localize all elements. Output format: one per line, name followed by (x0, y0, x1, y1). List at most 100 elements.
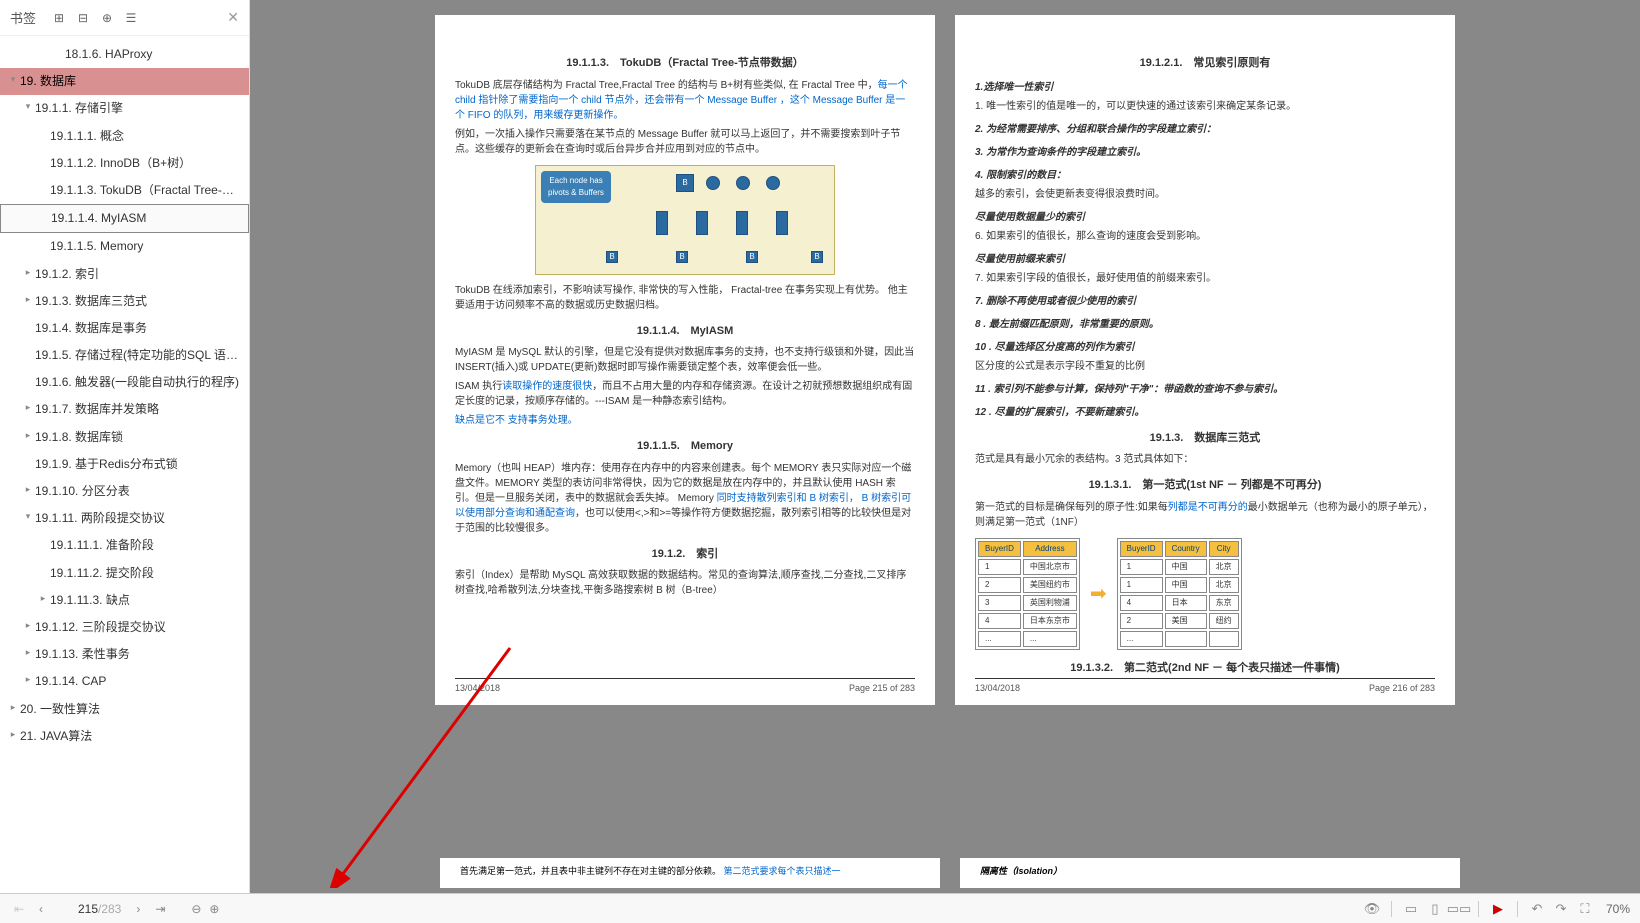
fractal-tree-diagram: Each node has pivots & Buffers B B B B B (535, 165, 835, 275)
add-bookmark-icon[interactable]: ⊕ (99, 10, 115, 26)
bookmark-item[interactable]: ▸20. 一致性算法 (0, 696, 249, 723)
paragraph: 范式是具有最小冗余的表结构。3 范式具体如下： (975, 452, 1435, 467)
page-footer: 13/04/2018 Page 215 of 283 (455, 678, 915, 696)
rule: 10 . 尽量选择区分度高的列作为索引 (975, 340, 1435, 355)
bookmark-item[interactable]: 19.1.1.5. Memory (0, 233, 249, 260)
first-page-button[interactable]: ⇤ (10, 900, 28, 918)
bookmark-item[interactable]: ▾19.1.1. 存储引擎 (0, 95, 249, 122)
sidebar-title: 书签 (10, 8, 36, 27)
paragraph: TokuDB 底层存储结构为 Fractal Tree,Fractal Tree… (455, 78, 915, 123)
bookmark-item[interactable]: 19.1.1.2. InnoDB（B+树） (0, 150, 249, 177)
rule: 4. 限制索引的数目： (975, 168, 1435, 183)
bookmark-item[interactable]: ▾19. 数据库 (0, 68, 249, 95)
page-216: 19.1.2.1. 常见索引原则有 1.选择唯一性索引 1. 唯一性索引的值是唯… (955, 15, 1455, 705)
page-number: Page 215 of 283 (849, 682, 915, 696)
bookmark-item[interactable]: 19.1.1.1. 概念 (0, 123, 249, 150)
table-before: BuyerIDAddress1中国北京市2美国纽约市3英国利物浦4日本东京市..… (975, 538, 1080, 650)
bookmark-item[interactable]: ▸19.1.13. 柔性事务 (0, 641, 249, 668)
rule: 12 . 尽量的扩展索引，不要新建索引。 (975, 405, 1435, 420)
zoom-in-button[interactable]: ⊕ (205, 900, 223, 918)
rotate-left-icon[interactable]: ↶ (1528, 900, 1546, 918)
rule-desc: 7. 如果索引字段的值很长，最好使用值的前缀来索引。 (975, 271, 1435, 286)
paragraph: 索引（Index）是帮助 MySQL 高效获取数据的数据结构。常见的查询算法,顺… (455, 568, 915, 598)
heading-memory: 19.1.1.5. Memory (455, 438, 915, 455)
bookmark-item[interactable]: 19.1.5. 存储过程(特定功能的SQL 语句集) (0, 342, 249, 369)
bookmarks-tree: 18.1.6. HAProxy▾19. 数据库▾19.1.1. 存储引擎19.1… (0, 36, 249, 893)
bookmark-item[interactable]: 19.1.4. 数据库是事务 (0, 315, 249, 342)
expand-icon[interactable]: ⊞ (51, 10, 67, 26)
sidebar-header: 书签 ⊞ ⊟ ⊕ ☰ ✕ (0, 0, 249, 36)
bookmark-item[interactable]: 19.1.6. 触发器(一段能自动执行的程序) (0, 369, 249, 396)
bookmark-item[interactable]: ▸19.1.12. 三阶段提交协议 (0, 614, 249, 641)
document-view[interactable]: 19.1.1.3. TokuDB（Fractal Tree-节点带数据） Tok… (250, 0, 1640, 893)
rule-desc: 6. 如果索引的值很长，那么查询的速度会受到影响。 (975, 229, 1435, 244)
bookmark-item[interactable]: ▸19.1.3. 数据库三范式 (0, 288, 249, 315)
rule: 1.选择唯一性索引 (975, 80, 1435, 95)
heading-myiasm: 19.1.1.4. MyIASM (455, 323, 915, 340)
page-date: 13/04/2018 (975, 682, 1020, 696)
collapse-icon[interactable]: ⊟ (75, 10, 91, 26)
paragraph: 缺点是它不 支持事务处理。 (455, 413, 915, 428)
bookmark-item[interactable]: ▸19.1.8. 数据库锁 (0, 424, 249, 451)
bookmark-item[interactable]: 19.1.1.4. MyIASM (0, 204, 249, 233)
page-date: 13/04/2018 (455, 682, 500, 696)
rule: 2. 为经常需要排序、分组和联合操作的字段建立索引： (975, 122, 1435, 137)
bookmark-item[interactable]: ▾19.1.11. 两阶段提交协议 (0, 505, 249, 532)
heading-common-index: 19.1.2.1. 常见索引原则有 (975, 55, 1435, 72)
paragraph: 例如，一次插入操作只需要落在某节点的 Message Buffer 就可以马上返… (455, 127, 915, 157)
close-icon[interactable]: ✕ (227, 9, 239, 26)
rule-desc: 越多的索引，会使更新表变得很浪费时间。 (975, 187, 1435, 202)
page-footer: 13/04/2018 Page 216 of 283 (975, 678, 1435, 696)
rule: 3. 为常作为查询条件的字段建立索引。 (975, 145, 1435, 160)
rotate-right-icon[interactable]: ↷ (1552, 900, 1570, 918)
bookmark-item[interactable]: 19.1.9. 基于Redis分布式锁 (0, 451, 249, 478)
paragraph: Memory（也叫 HEAP）堆内存：使用存在内存中的内容来创建表。每个 MEM… (455, 461, 915, 536)
bookmark-item[interactable]: ▸19.1.10. 分区分表 (0, 478, 249, 505)
heading-tokudb: 19.1.1.3. TokuDB（Fractal Tree-节点带数据） (455, 55, 915, 72)
bookmarks-sidebar: 书签 ⊞ ⊟ ⊕ ☰ ✕ 18.1.6. HAProxy▾19. 数据库▾19.… (0, 0, 250, 893)
rule: 8 . 最左前缀匹配原则，非常重要的原则。 (975, 317, 1435, 332)
arrow-icon: ➡ (1090, 579, 1107, 609)
table-after: BuyerIDCountryCity1中国北京1中国北京4日本东京2美国纽约..… (1117, 538, 1242, 650)
bookmark-item[interactable]: ▸21. JAVA算法 (0, 723, 249, 750)
nf-tables-diagram: BuyerIDAddress1中国北京市2美国纽约市3英国利物浦4日本东京市..… (975, 538, 1435, 650)
page-total: /283 (98, 902, 121, 916)
continuous-icon[interactable]: ▯ (1426, 900, 1444, 918)
diagram-callout: Each node has pivots & Buffers (541, 171, 611, 203)
bookmark-item[interactable]: 19.1.1.3. TokuDB（Fractal Tree-节点带数据） (0, 177, 249, 204)
rule: 11 . 索引列不能参与计算，保持列"干净"：带函数的查询不参与索引。 (975, 382, 1435, 397)
bookmark-item[interactable]: 18.1.6. HAProxy (0, 41, 249, 68)
single-page-icon[interactable]: ▭ (1402, 900, 1420, 918)
zoom-level[interactable]: 70% (1606, 902, 1630, 916)
page-215: 19.1.1.3. TokuDB（Fractal Tree-节点带数据） Tok… (435, 15, 935, 705)
last-page-button[interactable]: ⇥ (151, 900, 169, 918)
bookmark-item[interactable]: ▸19.1.2. 索引 (0, 261, 249, 288)
heading-2nf: 19.1.3.2. 第二范式(2nd NF － 每个表只描述一件事情) (975, 660, 1435, 677)
bookmark-item[interactable]: 19.1.11.1. 准备阶段 (0, 532, 249, 559)
bookmark-item[interactable]: ▸19.1.11.3. 缺点 (0, 587, 249, 614)
paragraph: MyIASM 是 MySQL 默认的引擎，但是它没有提供对数据库事务的支持，也不… (455, 345, 915, 375)
heading-index: 19.1.2. 索引 (455, 546, 915, 563)
bookmark-item[interactable]: 19.1.11.2. 提交阶段 (0, 560, 249, 587)
rule: 尽量使用数据量少的索引 (975, 210, 1435, 225)
play-icon[interactable]: ▶ (1489, 900, 1507, 918)
status-bar: ⇤ ‹ /283 › ⇥ ⊖ ⊕ 👁 ▭ ▯ ▭▭ ▶ ↶ ↷ ⛶ 70% (0, 893, 1640, 923)
zoom-out-button[interactable]: ⊖ (187, 900, 205, 918)
bookmark-item[interactable]: ▸19.1.7. 数据库并发策略 (0, 396, 249, 423)
heading-nf: 19.1.3. 数据库三范式 (975, 430, 1435, 447)
divider (1517, 901, 1518, 917)
page-number-input[interactable] (58, 902, 98, 916)
rule-desc: 区分度的公式是表示字段不重复的比例 (975, 359, 1435, 374)
next-page-button[interactable]: › (129, 900, 147, 918)
options-icon[interactable]: ☰ (123, 10, 139, 26)
prev-page-button[interactable]: ‹ (32, 900, 50, 918)
divider (1478, 901, 1479, 917)
two-page-icon[interactable]: ▭▭ (1450, 900, 1468, 918)
read-mode-icon[interactable]: 👁 (1363, 900, 1381, 918)
divider (1391, 901, 1392, 917)
paragraph: TokuDB 在线添加索引，不影响读写操作, 非常快的写入性能， Fractal… (455, 283, 915, 313)
rule: 尽量使用前缀来索引 (975, 252, 1435, 267)
fit-icon[interactable]: ⛶ (1576, 900, 1594, 918)
rule: 7. 删除不再使用或者很少使用的索引 (975, 294, 1435, 309)
bookmark-item[interactable]: ▸19.1.14. CAP (0, 668, 249, 695)
